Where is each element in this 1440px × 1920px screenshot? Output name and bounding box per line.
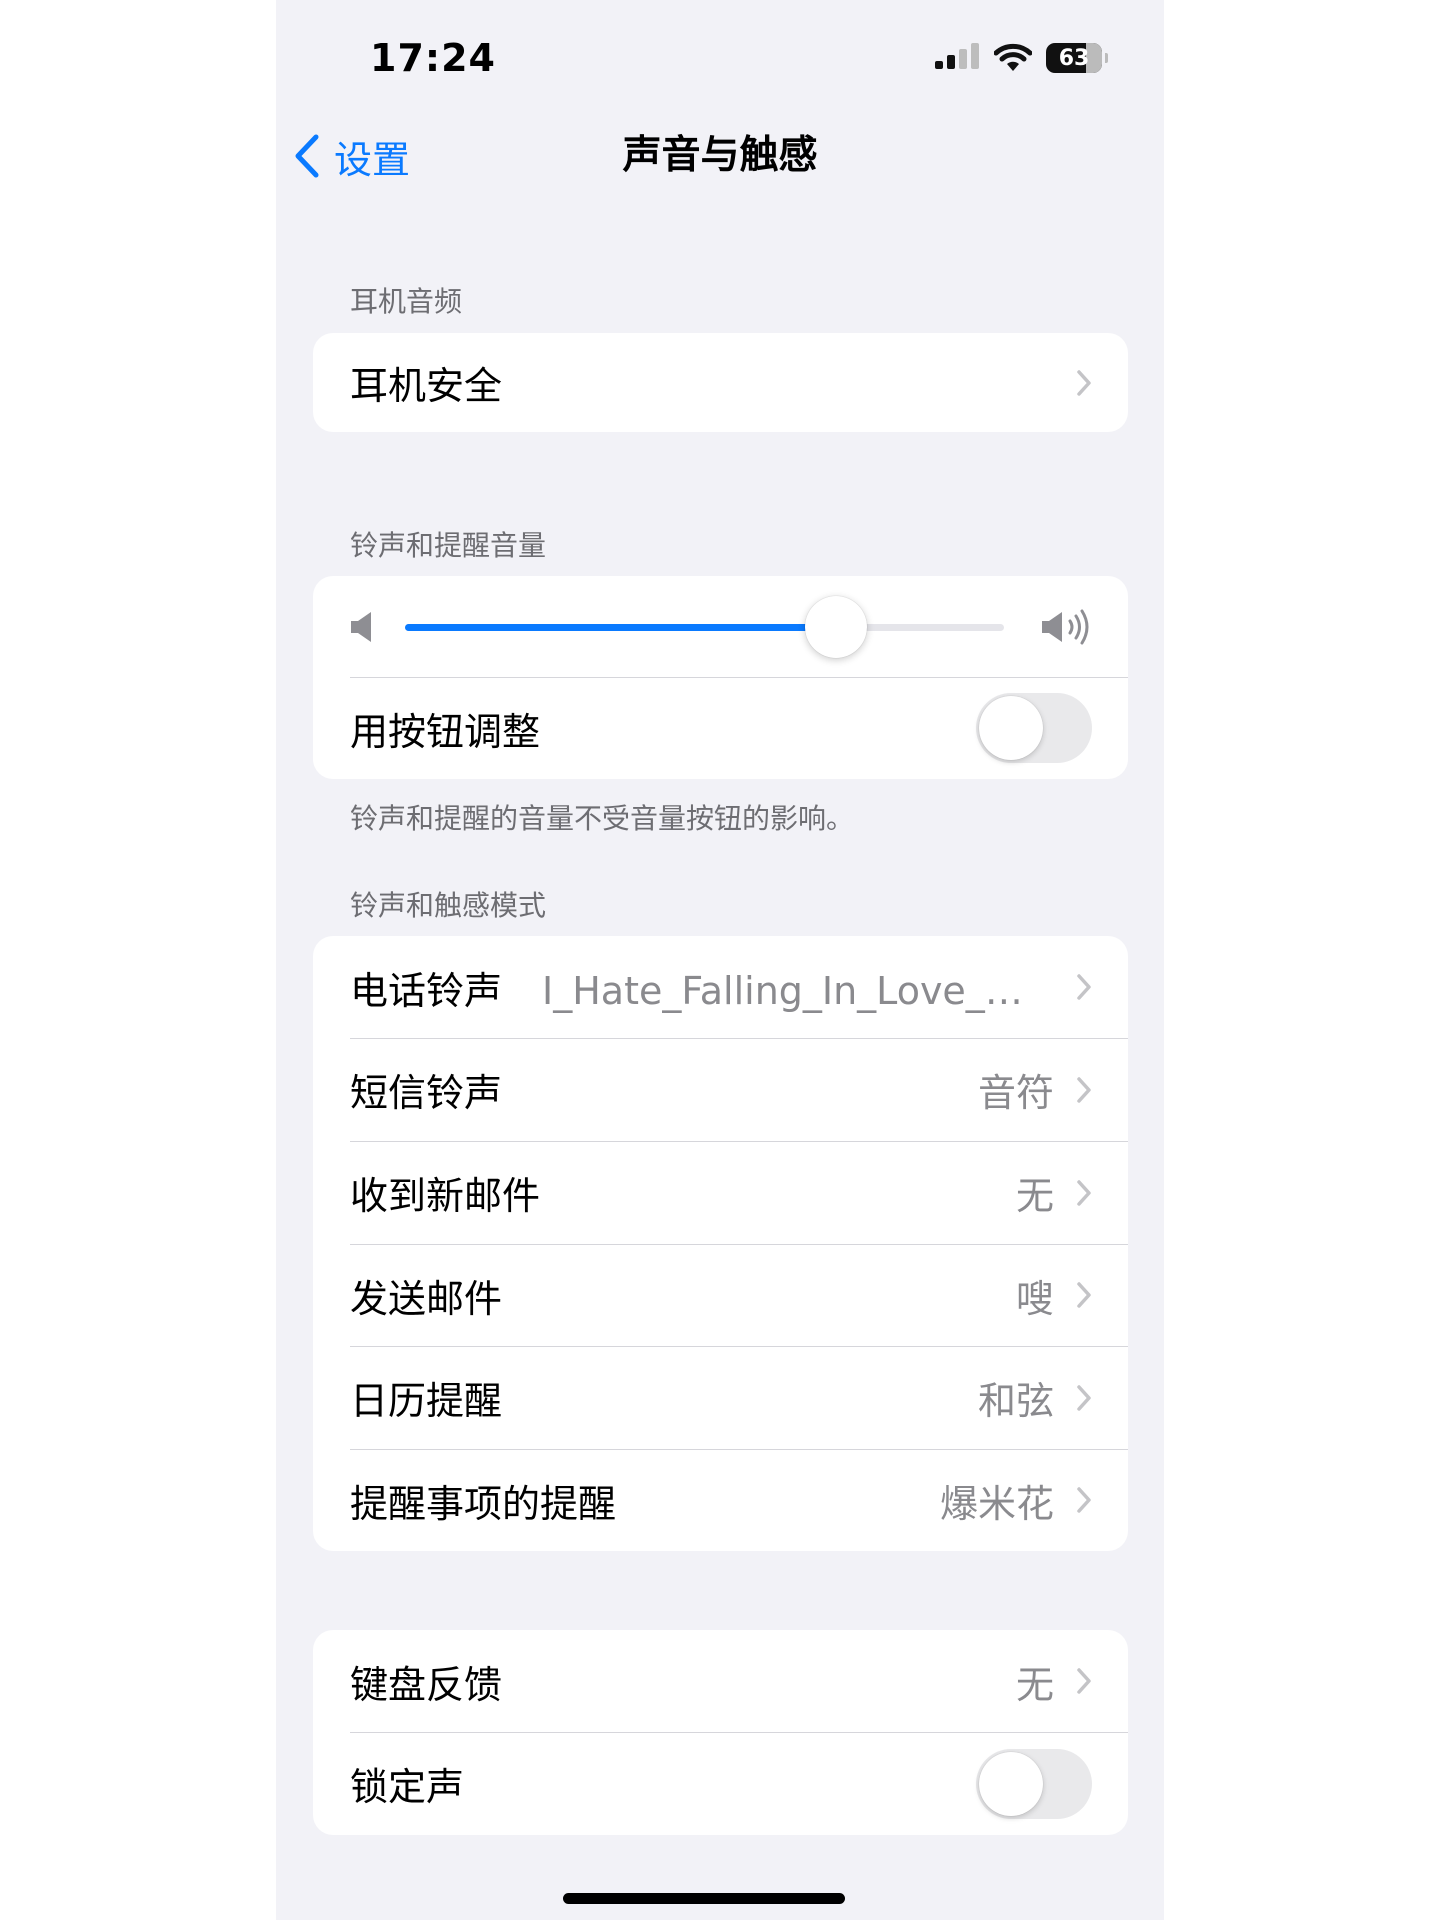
row-value: 和弦	[977, 1379, 1054, 1423]
text-tone-row[interactable]: 短信铃声 音符	[313, 1038, 1128, 1141]
battery-icon: 63	[1046, 43, 1108, 73]
chevron-right-icon	[1077, 1076, 1091, 1103]
row-value: 爆米花	[939, 1481, 1054, 1526]
wifi-icon	[994, 43, 1032, 71]
row-label: 电话铃声	[350, 968, 503, 1013]
status-time: 17:24	[370, 36, 496, 80]
chevron-right-icon	[1077, 1282, 1091, 1308]
lock-sound-row: 锁定声	[313, 1732, 1128, 1835]
speaker-high-icon	[1042, 609, 1089, 644]
slider-thumb[interactable]	[805, 595, 868, 658]
sounds-patterns-group: 电话铃声 I_Hate_Falling_In_Love_史… 短信铃声 音符 收…	[313, 936, 1128, 1551]
headphone-safety-row[interactable]: 耳机安全	[313, 333, 1128, 432]
chevron-right-icon	[1077, 1384, 1091, 1411]
row-value: 无	[1015, 1174, 1054, 1218]
row-value: I_Hate_Falling_In_Love_史…	[542, 968, 1054, 1013]
section-header-ringer-volume: 铃声和提醒音量	[350, 529, 547, 562]
row-label: 用按钮调整	[350, 709, 541, 754]
chevron-right-icon	[1077, 369, 1091, 396]
ringer-volume-group: 用按钮调整	[313, 576, 1128, 779]
change-with-buttons-toggle[interactable]	[976, 693, 1092, 763]
row-label: 键盘反馈	[350, 1662, 503, 1707]
chevron-right-icon	[1077, 1487, 1091, 1513]
home-indicator[interactable]	[563, 1893, 845, 1904]
new-mail-row[interactable]: 收到新邮件 无	[313, 1141, 1128, 1244]
row-label: 日历提醒	[350, 1379, 503, 1423]
ringtone-row[interactable]: 电话铃声 I_Hate_Falling_In_Love_史…	[313, 936, 1128, 1038]
change-with-buttons-row: 用按钮调整	[313, 677, 1128, 779]
volume-slider-row	[313, 576, 1128, 677]
lock-sound-toggle[interactable]	[976, 1748, 1092, 1819]
status-icons: 63	[934, 40, 1108, 76]
slider-fill	[405, 623, 837, 631]
row-value: 无	[1015, 1662, 1054, 1707]
volume-slider[interactable]	[405, 595, 1004, 659]
row-label: 发送邮件	[350, 1276, 503, 1321]
row-value: 音符	[977, 1071, 1054, 1115]
row-label: 收到新邮件	[350, 1174, 541, 1218]
chevron-right-icon	[1077, 974, 1091, 1000]
settings-screen: 17:24 63 设置 声音与触感 耳机音频 耳机安全 铃声和提醒音量 用按钮调…	[276, 0, 1164, 1920]
feedback-group: 键盘反馈 无 锁定声	[313, 1630, 1128, 1835]
ringer-volume-footer: 铃声和提醒的音量不受音量按钮的影响。	[350, 802, 855, 835]
section-header-sounds-patterns: 铃声和触感模式	[350, 889, 547, 922]
row-value: 嗖	[1015, 1276, 1054, 1321]
row-label: 耳机安全	[350, 364, 503, 408]
toggle-knob	[979, 696, 1043, 760]
toggle-knob	[979, 1751, 1043, 1816]
speaker-low-icon	[351, 611, 371, 642]
row-label: 锁定声	[350, 1765, 465, 1809]
row-label: 提醒事项的提醒	[350, 1481, 617, 1526]
row-label: 短信铃声	[350, 1071, 503, 1115]
sent-mail-row[interactable]: 发送邮件 嗖	[313, 1244, 1128, 1346]
page-title: 声音与触感	[622, 133, 818, 178]
chevron-right-icon	[1077, 1668, 1091, 1694]
battery-level: 63	[1058, 45, 1090, 71]
reminder-alerts-row[interactable]: 提醒事项的提醒 爆米花	[313, 1449, 1128, 1551]
calendar-alerts-row[interactable]: 日历提醒 和弦	[313, 1346, 1128, 1449]
cellular-signal-icon	[935, 43, 979, 69]
headphone-audio-group: 耳机安全	[313, 333, 1128, 432]
section-header-headphone-audio: 耳机音频	[350, 285, 463, 318]
chevron-right-icon	[1077, 1179, 1091, 1206]
keyboard-feedback-row[interactable]: 键盘反馈 无	[313, 1630, 1128, 1732]
